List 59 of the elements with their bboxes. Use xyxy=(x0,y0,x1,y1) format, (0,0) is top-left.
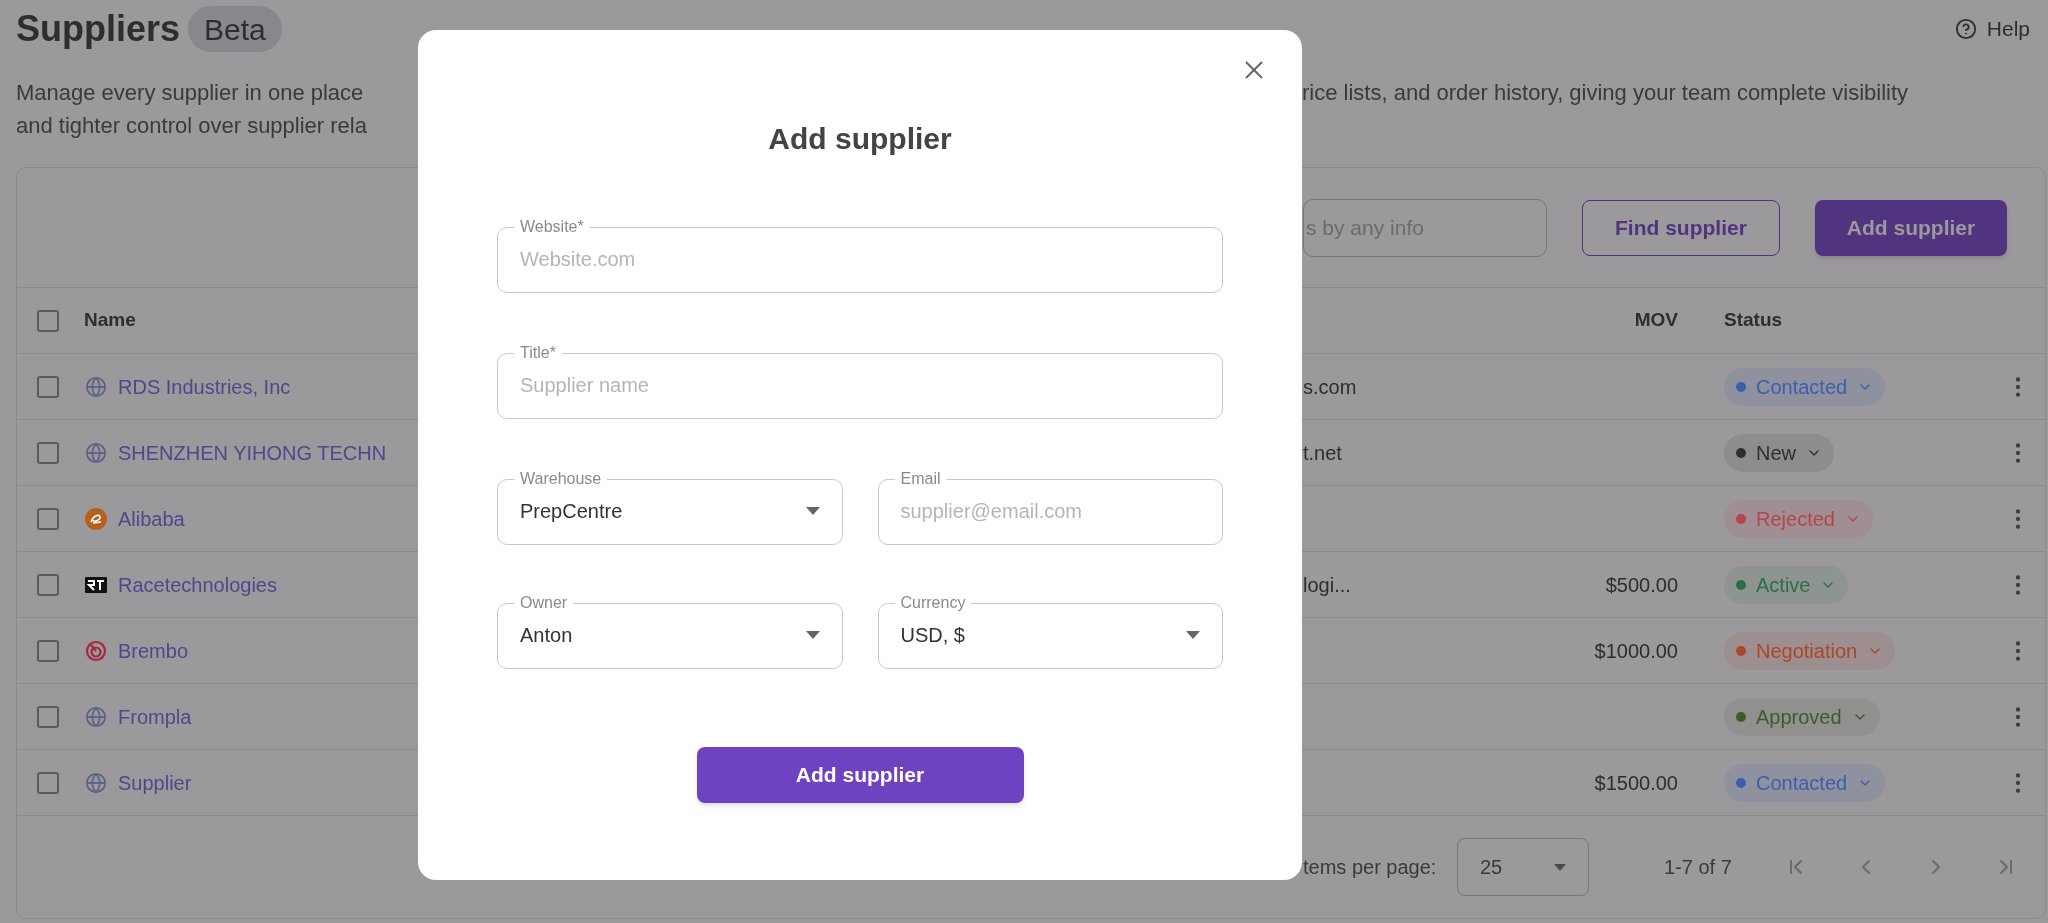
supplier-link[interactable]: Brembo xyxy=(118,635,189,666)
beta-badge: Beta xyxy=(188,6,282,52)
caret-icon xyxy=(1186,631,1200,639)
caret-icon xyxy=(805,631,820,639)
status-pill[interactable]: Contacted xyxy=(1724,367,1886,406)
text-input[interactable]: Website.com xyxy=(520,239,1200,279)
status-pill[interactable]: Approved xyxy=(1724,697,1880,736)
page-title: Suppliers xyxy=(16,7,181,51)
supplier-link[interactable]: Racetechnologies xyxy=(118,569,277,600)
add-supplier-button[interactable]: Add supplier xyxy=(696,747,1024,803)
checkbox[interactable] xyxy=(37,639,59,662)
column-header: Name xyxy=(84,308,137,333)
table-cell: s.com xyxy=(1303,375,1357,398)
description-text: rice lists, and order history, giving your team complete visibility xyxy=(1302,79,1909,107)
items-per-page-select[interactable]: 25 xyxy=(1457,838,1589,896)
description-text: Manage every supplier in one place xyxy=(16,79,365,107)
column-header: MOV xyxy=(1634,308,1678,333)
mov-cell-text: $1000.00 xyxy=(1594,638,1678,664)
supplier-link[interactable]: Alibaba xyxy=(118,503,185,534)
column-header: Status xyxy=(1724,308,1783,333)
spiral-logo-icon xyxy=(85,639,107,662)
status-pill[interactable]: Negotiation xyxy=(1724,631,1896,670)
status-pill[interactable]: Active xyxy=(1724,565,1849,604)
checkbox[interactable] xyxy=(37,441,59,464)
dialog-title: Add supplier xyxy=(768,121,952,157)
status-pill[interactable]: New xyxy=(1724,433,1834,472)
description-text: and tighter control over supplier rela xyxy=(16,112,368,140)
checkbox[interactable] xyxy=(37,771,59,794)
help-button[interactable]: Help xyxy=(1954,13,2030,45)
caret-icon xyxy=(805,507,820,515)
monogram-logo-icon xyxy=(85,576,107,593)
table-cell: logi... xyxy=(1303,573,1351,596)
globe-icon xyxy=(85,441,107,464)
page-range: 1-7 of 7 xyxy=(1664,855,1732,880)
status-pill[interactable]: Contacted xyxy=(1724,763,1886,802)
globe-icon xyxy=(85,771,107,794)
globe-icon xyxy=(85,705,107,728)
checkbox[interactable] xyxy=(37,309,59,332)
checkbox[interactable] xyxy=(37,375,59,398)
table-cell: t.net xyxy=(1303,441,1342,464)
caret-icon xyxy=(1554,863,1566,871)
help-icon xyxy=(1954,18,1977,40)
text-input[interactable]: supplier@email.com xyxy=(900,491,1200,531)
supplier-link[interactable]: Supplier xyxy=(118,767,192,798)
mov-cell-text: $1500.00 xyxy=(1594,770,1678,796)
globe-icon xyxy=(85,375,107,398)
find-supplier-button[interactable]: Find supplier xyxy=(1582,199,1780,256)
status-pill[interactable]: Rejected xyxy=(1724,499,1873,538)
swoosh-logo-icon xyxy=(85,507,107,530)
supplier-link[interactable]: RDS Industries, Inc xyxy=(118,371,291,402)
supplier-link[interactable]: SHENZHEN YIHONG TECHN xyxy=(118,437,387,468)
checkbox[interactable] xyxy=(37,573,59,596)
mov-cell-text: $500.00 xyxy=(1605,572,1678,598)
text-input[interactable]: Supplier name xyxy=(520,365,1200,405)
items-per-page-label: tems per page: xyxy=(1303,855,1438,880)
supplier-link[interactable]: Frompla xyxy=(118,701,192,732)
checkbox[interactable] xyxy=(37,507,59,530)
checkbox[interactable] xyxy=(37,705,59,728)
add-supplier-button[interactable]: Add supplier xyxy=(1814,199,2008,256)
